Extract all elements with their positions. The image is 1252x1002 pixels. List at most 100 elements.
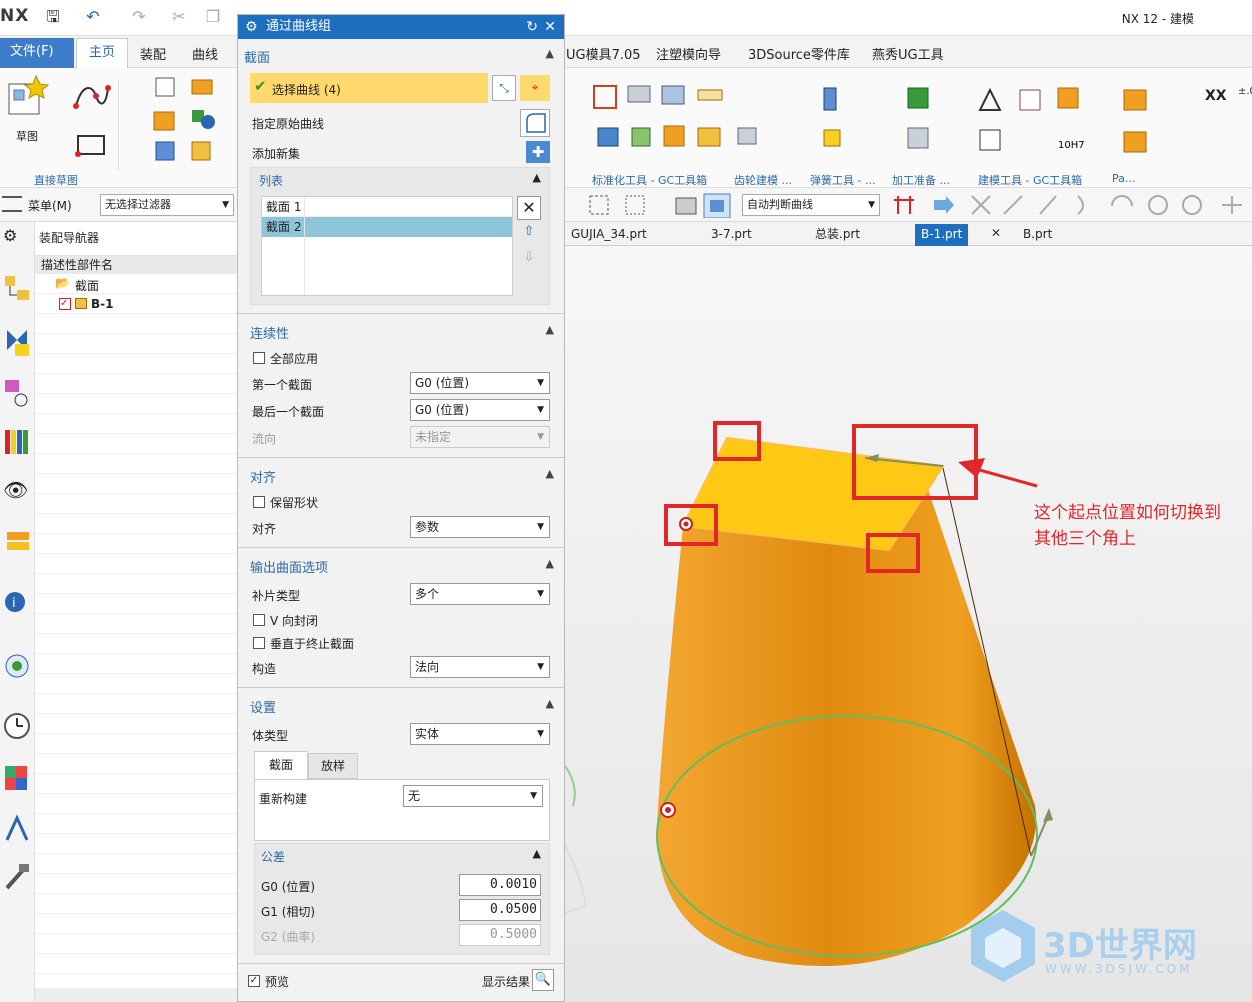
list-item[interactable]: 截面 1 [262,197,512,217]
rectangle-icon[interactable] [74,132,110,160]
keep-shape-checkbox[interactable] [253,496,265,508]
library-icon[interactable] [3,426,31,458]
collapse-icon[interactable]: ▲ [533,847,541,860]
remove-icon[interactable]: ✕ [517,196,541,220]
rebuild-dropdown[interactable]: 无 ▼ [403,785,543,807]
studio-spline-icon[interactable] [72,82,112,112]
curve-select-icon[interactable]: ⌖ [520,75,550,101]
tab-b[interactable]: B.prt [1017,224,1058,246]
alignment-dropdown[interactable]: 参数 ▼ [410,516,550,538]
collapse-icon[interactable]: ▲ [546,467,554,480]
continuity-header[interactable]: 连续性 [250,323,289,342]
navigator-column-header[interactable]: 描述性部件名 [35,256,237,274]
tab-yanxiu-tools[interactable]: 燕秀UG工具 [872,44,944,63]
menu-icon[interactable] [2,196,22,212]
clock-icon[interactable] [3,710,31,742]
group-machining-prep[interactable]: 加工准备 ... [892,172,950,188]
selection-tool-icons[interactable] [586,192,736,218]
feature-icons[interactable] [152,74,222,174]
curve-rule-dropdown[interactable]: 自动判断曲线 ▼ [742,194,880,216]
selection-filter-dropdown[interactable]: 无选择过滤器 ▼ [100,194,234,216]
flow-direction-dropdown[interactable]: 未指定 ▼ [410,426,550,448]
reset-icon[interactable]: ↻ [526,15,538,39]
v-closed-checkbox[interactable] [253,614,265,626]
tree-item[interactable]: 📂 截面 [35,274,237,294]
group-modeling-tools[interactable]: 建模工具 - GC工具箱 [978,172,1082,188]
eye-icon[interactable]: 👁 [3,478,31,510]
tab-assembly[interactable]: 装配 [140,44,166,63]
g1-tolerance-input[interactable]: 0.0500 [459,899,541,921]
normal-to-end-checkbox[interactable] [253,637,265,649]
collapse-icon[interactable]: ▲ [546,697,554,710]
save-icon[interactable]: 🖫 [42,6,64,28]
tab-ug-mold[interactable]: UG模具7.05 [566,44,641,63]
tab-b-1[interactable]: B-1.prt [915,224,969,246]
assembly-navigator-icon[interactable] [3,272,31,304]
list-item-selected[interactable]: 截面 2 [262,217,512,237]
tab-gujia34[interactable]: GUJIA_34.prt [565,224,653,246]
move-down-icon[interactable]: ⇩ [517,250,541,272]
body-type-dropdown[interactable]: 实体 ▼ [410,723,550,745]
copy-icon[interactable]: ❐ [202,6,224,28]
graphics-window[interactable]: 3D世界网 WWW.3DSJW.COM [565,246,1252,1002]
tab-zongzhuang[interactable]: 总装.prt [809,224,866,246]
collapse-icon[interactable]: ▲ [546,323,554,336]
preview-checkbox[interactable]: ✓ [248,975,260,987]
ribbon-tool-icons[interactable]: 10H7 [588,78,1248,168]
g2-tolerance-input[interactable]: 0.5000 [459,924,541,946]
list-header[interactable]: 列表 [259,172,283,189]
gear-icon[interactable]: ⚙ [245,15,258,39]
alignment-header[interactable]: 对齐 [250,467,276,486]
tab-home[interactable]: 主页 [76,38,129,68]
first-section-dropdown[interactable]: G0 (位置) ▼ [410,372,550,394]
web-browser-icon[interactable] [3,650,31,682]
snap-tool-icons[interactable] [892,192,1250,218]
file-menu-tab[interactable]: 文件(F) [0,38,74,68]
gear-icon[interactable]: ⚙ [3,226,31,258]
group-spring-tools[interactable]: 弹簧工具 - ... [810,172,875,188]
tab-3dsource[interactable]: 3DSource零件库 [748,44,850,63]
close-icon[interactable]: ✕ [544,15,556,39]
group-pa[interactable]: Pa... [1112,172,1135,185]
settings-header[interactable]: 设置 [250,697,276,716]
tab-injection-mold[interactable]: 注塑模向导 [656,44,721,63]
checkbox-checked-icon[interactable]: ✓ [59,298,71,310]
tolerance-icon[interactable]: ±.0 [1238,86,1252,97]
group-gear-modeling[interactable]: 齿轮建模 ... [734,172,792,188]
patch-type-dropdown[interactable]: 多个 ▼ [410,583,550,605]
palette-icon[interactable] [3,762,31,794]
dialog-title-bar[interactable]: ⚙ 通过曲线组 ↻ ✕ [238,15,564,39]
output-surface-header[interactable]: 输出曲面选项 [250,557,328,576]
wireless-icon[interactable]: i [3,586,31,618]
g0-tolerance-input[interactable]: 0.0010 [459,874,541,896]
collapse-icon[interactable]: ▲ [533,171,541,184]
tab-section[interactable]: 截面 [254,751,308,779]
tab-lofting[interactable]: 放样 [308,753,358,779]
apply-all-checkbox[interactable] [253,352,265,364]
horizontal-scrollbar[interactable] [35,988,237,1002]
last-section-dropdown[interactable]: G0 (位置) ▼ [410,399,550,421]
group-standard-tools[interactable]: 标准化工具 - GC工具箱 [592,172,707,188]
select-curve-row[interactable]: ✔ 选择曲线 (4) [250,73,488,103]
menu-button[interactable]: 菜单(M) [28,197,72,214]
collapse-icon[interactable]: ▲ [546,557,554,570]
tab-3-7[interactable]: 3-7.prt [705,224,758,246]
constraint-navigator-icon[interactable] [3,326,31,358]
section-header[interactable]: 截面 [244,47,270,66]
tools-icon[interactable] [3,862,31,894]
reverse-direction-icon[interactable]: ⤡ [492,75,516,101]
redo-icon[interactable]: ↷ [128,6,150,28]
tab-curve[interactable]: 曲线 [192,44,218,63]
tolerance-header[interactable]: 公差 [261,848,285,865]
sketch-icon[interactable] [6,74,50,122]
tree-item[interactable]: ✓ B-1 [35,294,237,314]
close-icon[interactable]: ✕ [991,226,1001,240]
show-result-search-icon[interactable]: 🔍 [532,969,554,991]
roles-icon[interactable] [3,814,31,846]
part-navigator-icon[interactable] [3,378,31,410]
collapse-icon[interactable]: ▲ [546,47,554,60]
original-curve-icon[interactable] [520,109,550,137]
undo-icon[interactable]: ↶ [82,6,104,28]
add-set-icon[interactable]: ✚ [526,141,550,163]
move-up-icon[interactable]: ⇧ [517,224,541,246]
